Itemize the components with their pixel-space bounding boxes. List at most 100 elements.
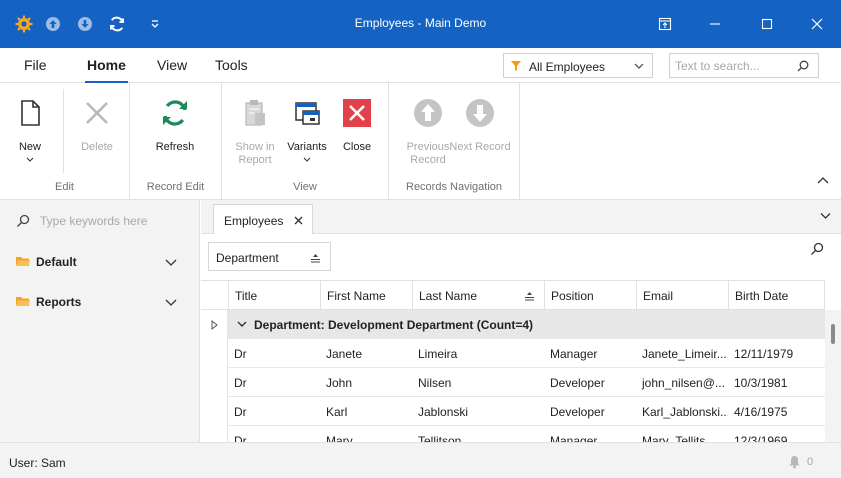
cell-birth-date: 12/11/1979 xyxy=(734,347,794,361)
ribbon-group-record-edit: Refresh Record Edit xyxy=(130,83,222,200)
new-button[interactable]: New xyxy=(5,83,55,173)
tab-view[interactable]: View xyxy=(157,57,187,73)
document-tab-label: Employees xyxy=(224,214,284,228)
vertical-scrollbar[interactable] xyxy=(825,310,841,442)
ribbon-group-view: Show in Report Variants Close View xyxy=(222,83,389,200)
title-bar: Employees - Main Demo xyxy=(0,0,841,48)
variants-button[interactable]: Variants xyxy=(282,83,332,173)
table-row[interactable]: Dr Karl Jablonski Developer Karl_Jablons… xyxy=(228,397,825,426)
variants-window-icon xyxy=(295,102,320,125)
column-header-first-name[interactable]: First Name xyxy=(320,281,412,310)
nav-search-input[interactable] xyxy=(40,214,180,228)
column-header-label: Email xyxy=(643,289,674,303)
nav-search xyxy=(16,212,186,232)
notification-count: 0 xyxy=(807,456,814,468)
delete-button-label: Delete xyxy=(81,141,113,153)
chevron-down-icon xyxy=(303,157,311,162)
restore-layout-icon[interactable] xyxy=(653,12,677,36)
nav-group-reports[interactable]: Reports xyxy=(16,291,186,313)
column-header-last-name[interactable]: Last Name xyxy=(412,281,544,310)
cell-email: Karl_Jablonski... xyxy=(642,405,728,419)
next-record-button[interactable]: Next Record xyxy=(449,83,511,173)
tab-home[interactable]: Home xyxy=(85,57,128,83)
search-input[interactable] xyxy=(675,58,793,74)
tabs-dropdown-icon[interactable] xyxy=(820,212,831,220)
new-button-label: New xyxy=(18,141,41,153)
chevron-down-icon xyxy=(165,299,177,306)
view-group-caption: View xyxy=(293,181,317,193)
cell-email: Mary_Tellits... xyxy=(642,434,716,442)
next-record-label: Next Record xyxy=(449,141,511,153)
close-view-button[interactable]: Close xyxy=(332,83,382,173)
table-row[interactable]: Dr Janete Limeira Manager Janete_Limeir.… xyxy=(228,339,825,368)
cell-position: Manager xyxy=(550,434,598,442)
filter-icon xyxy=(511,61,521,71)
record-edit-group-caption: Record Edit xyxy=(146,181,205,193)
notifications[interactable]: 0 xyxy=(788,454,828,470)
column-header-label: Birth Date xyxy=(735,289,789,303)
maximize-window-button[interactable] xyxy=(755,12,779,36)
column-header-birth-date[interactable]: Birth Date xyxy=(728,281,825,310)
search-box xyxy=(669,53,819,78)
cell-position: Developer xyxy=(550,405,605,419)
column-header-position[interactable]: Position xyxy=(544,281,636,310)
close-button-label: Close xyxy=(342,141,372,153)
new-document-icon xyxy=(21,100,40,126)
refresh-icon xyxy=(163,100,187,126)
table-row[interactable]: Dr Mary Tellitson Manager Mary_Tellits..… xyxy=(228,426,825,442)
cell-last-name: Limeira xyxy=(418,347,458,361)
cell-first-name: Mary xyxy=(326,434,353,442)
column-header-email[interactable]: Email xyxy=(636,281,728,310)
refresh-button-label: Refresh xyxy=(155,141,195,153)
cell-email: Janete_Limeir... xyxy=(642,347,727,361)
grid-header-row: Title First Name Last Name Position Emai… xyxy=(201,280,825,310)
nav-group-default[interactable]: Default xyxy=(16,251,186,273)
cell-title: Dr xyxy=(234,405,247,419)
ribbon: New Delete Edit Refresh Record Edit Show… xyxy=(0,83,841,200)
search-icon[interactable] xyxy=(797,60,809,72)
collapse-ribbon-icon[interactable] xyxy=(817,176,829,184)
arrow-down-circle-icon xyxy=(466,99,494,127)
navigation-panel: Default Reports xyxy=(0,200,200,442)
cell-position: Developer xyxy=(550,376,605,390)
group-by-department-chip[interactable]: Department xyxy=(208,242,331,271)
cell-birth-date: 4/16/1975 xyxy=(734,405,788,419)
column-header-title[interactable]: Title xyxy=(228,281,320,310)
ribbon-group-edit: New Delete Edit xyxy=(0,83,130,200)
cell-position: Manager xyxy=(550,347,598,361)
search-icon xyxy=(17,214,30,227)
chevron-down-icon xyxy=(634,63,644,69)
refresh-button[interactable]: Refresh xyxy=(150,83,200,173)
tab-employees[interactable]: Employees xyxy=(213,204,313,235)
column-header-label: Last Name xyxy=(419,289,478,303)
sort-ascending-icon xyxy=(525,292,534,301)
minimize-window-button[interactable] xyxy=(703,12,727,36)
filter-dropdown-label: All Employees xyxy=(529,60,606,74)
status-bar: User: Sam 0 xyxy=(0,442,841,478)
show-in-report-button[interactable]: Show in Report xyxy=(230,83,280,173)
cell-first-name: John xyxy=(326,376,353,390)
close-window-button[interactable] xyxy=(805,12,829,36)
delete-x-icon xyxy=(86,102,108,124)
bell-icon xyxy=(789,456,800,469)
group-row-development[interactable]: Department: Development Department (Coun… xyxy=(228,310,825,339)
previous-record-button[interactable]: Previous Record xyxy=(403,83,453,173)
cell-first-name: Janete xyxy=(326,347,363,361)
nav-group-label: Reports xyxy=(36,295,82,309)
filter-dropdown[interactable]: All Employees xyxy=(503,53,653,78)
current-row-indicator-icon xyxy=(211,320,218,330)
grid-search-icon[interactable] xyxy=(810,242,824,256)
scrollbar-thumb[interactable] xyxy=(831,324,835,344)
report-clipboard-icon xyxy=(245,100,265,126)
ribbon-group-records-navigation: Previous Record Next Record Records Navi… xyxy=(389,83,520,200)
records-navigation-group-caption: Records Navigation xyxy=(406,181,502,193)
collapse-group-icon[interactable] xyxy=(237,321,247,328)
table-row[interactable]: Dr John Nilsen Developer john_nilsen@...… xyxy=(228,368,825,397)
tab-file[interactable]: File xyxy=(24,57,47,73)
chevron-down-icon xyxy=(165,259,177,266)
close-tab-icon[interactable] xyxy=(294,216,303,225)
column-header-label: Title xyxy=(235,289,258,303)
delete-button[interactable]: Delete xyxy=(72,83,122,173)
tab-tools[interactable]: Tools xyxy=(215,57,248,73)
chevron-down-icon xyxy=(26,157,34,162)
